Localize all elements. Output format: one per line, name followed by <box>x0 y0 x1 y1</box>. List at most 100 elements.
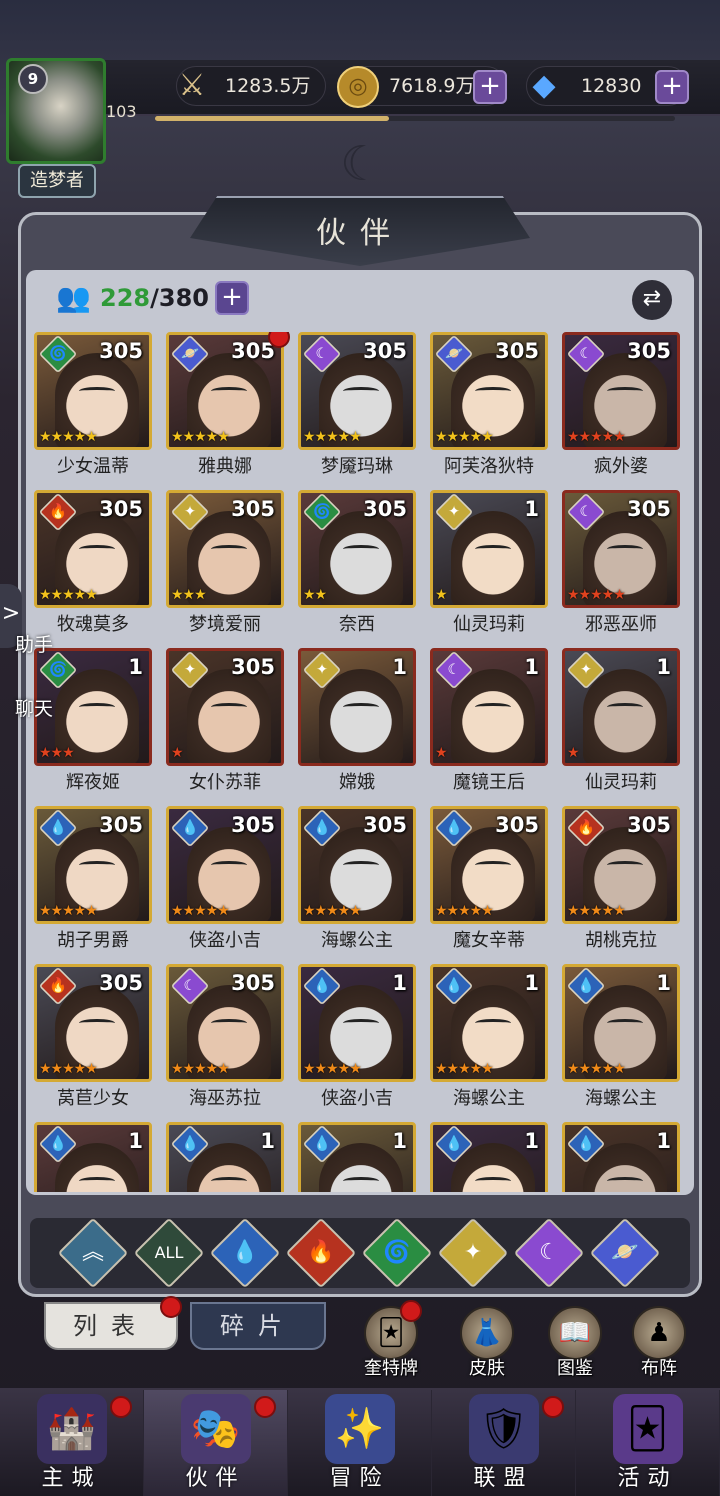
hero-notification-dot <box>268 332 290 348</box>
hero-card[interactable]: 305 ☾ ★★★★★ 邪恶巫师 <box>562 490 680 638</box>
hero-eyes <box>607 387 643 395</box>
hero-card[interactable]: 305 🪐 ★★★★★ 阿芙洛狄特 <box>430 332 548 480</box>
hero-level: 305 <box>231 971 275 995</box>
hero-card[interactable]: 1 💧 ★★★★★ 海螺公主 <box>562 964 680 1112</box>
hero-stars: ★★★★★ <box>39 587 98 603</box>
hero-card[interactable]: 305 💧 ★★★★★ 胡子男爵 <box>34 806 152 954</box>
hero-card[interactable]: 1 💧 ★★★★★ 侠盗小吉 <box>298 964 416 1112</box>
hero-level: 305 <box>495 339 539 363</box>
filter-light-label: ✦ <box>463 1240 483 1265</box>
hero-name: 魔镜王后 <box>453 772 525 793</box>
event-icon: 🃏 <box>612 1394 683 1464</box>
hero-level: 305 <box>231 497 275 521</box>
tab-list[interactable]: 列表 <box>44 1302 178 1350</box>
hero-name: 雅典娜 <box>198 456 252 477</box>
hero-card[interactable]: 305 ✦ ★ 女仆苏菲 <box>166 648 284 796</box>
hero-card[interactable]: 1 🌀 ★★★ 辉夜姬 <box>34 648 152 796</box>
hero-name: 阿芙洛狄特 <box>444 456 534 477</box>
hero-card[interactable]: 305 🌀 ★★★★★ 少女温蒂 <box>34 332 152 480</box>
hero-card[interactable]: 305 ☾ ★★★★★ 梦魇玛琳 <box>298 332 416 480</box>
hero-level: 305 <box>231 813 275 837</box>
hero-eyes <box>79 545 115 553</box>
hero-card[interactable]: 305 ☾ ★★★★★ 海巫苏拉 <box>166 964 284 1112</box>
hero-card[interactable]: 1 💧 <box>298 1122 416 1192</box>
side-button-2[interactable]: 📖 图鉴 <box>540 1306 610 1382</box>
hero-level: 1 <box>260 1129 275 1153</box>
sort-toggle-button[interactable]: ⇄ <box>632 280 672 320</box>
hero-card[interactable]: 305 🔥 ★★★★★ 胡桃克拉 <box>562 806 680 954</box>
hero-eyes <box>607 861 643 869</box>
hero-level: 1 <box>128 655 143 679</box>
hero-name: 辉夜姬 <box>66 772 120 793</box>
nav-item-1[interactable]: 🎭 伙伴 <box>144 1390 288 1496</box>
hero-portrait: 1 💧 ★★★★★ <box>562 964 680 1082</box>
book-icon: 📖 <box>548 1306 602 1360</box>
nav-notification-dot <box>542 1396 564 1418</box>
hero-name: 侠盗小吉 <box>189 930 261 951</box>
hero-name: 侠盗小吉 <box>321 1088 393 1109</box>
hero-portrait: 1 ✦ ★ <box>430 490 548 608</box>
hero-level: 305 <box>363 813 407 837</box>
hero-name: 海螺公主 <box>453 1088 525 1109</box>
side-button-0[interactable]: 🃏 奎特牌 <box>356 1300 426 1382</box>
side-button-1[interactable]: 👗 皮肤 <box>452 1306 522 1382</box>
hero-card[interactable]: 1 💧 <box>34 1122 152 1192</box>
hero-card[interactable]: 305 ✦ ★★★ 梦境爱丽 <box>166 490 284 638</box>
hero-card[interactable]: 305 🔥 ★★★★★ 牧魂莫多 <box>34 490 152 638</box>
helper-button[interactable]: 助手 <box>6 630 62 657</box>
nav-label: 冒险 <box>329 1466 390 1491</box>
gold-display: ◎ 7618.9万 + <box>337 66 507 108</box>
hero-eyes <box>343 861 379 869</box>
filter-nature-label: 🌀 <box>383 1240 411 1265</box>
hero-card[interactable]: 1 💧 ★★★★★ 海螺公主 <box>430 964 548 1112</box>
hero-card[interactable]: 305 💧 ★★★★★ 侠盗小吉 <box>166 806 284 954</box>
hero-eyes <box>211 1177 247 1185</box>
hero-eyes <box>211 1019 247 1027</box>
hero-card[interactable]: 1 💧 <box>166 1122 284 1192</box>
hero-card[interactable]: 305 💧 ★★★★★ 海螺公主 <box>298 806 416 954</box>
hero-stars: ★★★★★ <box>171 429 230 445</box>
hero-card[interactable]: 1 ✦ ★ 仙灵玛莉 <box>430 490 548 638</box>
hero-card[interactable]: 305 🔥 ★★★★★ 莴苣少女 <box>34 964 152 1112</box>
hero-card[interactable]: 1 ☾ ★ 魔镜王后 <box>430 648 548 796</box>
hero-portrait: 305 ✦ ★★★ <box>166 490 284 608</box>
tab-fragments[interactable]: 碎片 <box>190 1302 326 1350</box>
hero-card[interactable]: 1 💧 <box>562 1122 680 1192</box>
hero-stars: ★ <box>435 587 448 603</box>
hero-level: 1 <box>656 1129 671 1153</box>
hero-portrait: 305 🪐 ★★★★★ <box>430 332 548 450</box>
hero-eyes <box>475 1177 511 1185</box>
power-value: 1283.5万 <box>225 75 311 97</box>
chat-button[interactable]: 聊天 <box>6 694 62 721</box>
filter-void-label: 🪐 <box>611 1240 639 1265</box>
formation-icon: ♟ <box>632 1306 686 1360</box>
nav-item-4[interactable]: 🃏 活动 <box>576 1390 720 1496</box>
player-title[interactable]: 造梦者 <box>18 164 96 198</box>
hero-portrait: 1 💧 <box>166 1122 284 1192</box>
nav-item-0[interactable]: 🏰 主城 <box>0 1390 144 1496</box>
hero-stars: ★★★★★ <box>435 903 494 919</box>
hero-card[interactable]: 1 ✦ ★ 仙灵玛莉 <box>562 648 680 796</box>
hero-art <box>319 669 403 763</box>
hero-card[interactable]: 305 ☾ ★★★★★ 疯外婆 <box>562 332 680 480</box>
hero-level: 305 <box>99 497 143 521</box>
hero-eyes <box>343 387 379 395</box>
hero-eyes <box>211 861 247 869</box>
power-display: ⚔ 1283.5万 <box>176 66 326 106</box>
hero-card[interactable]: 1 💧 <box>430 1122 548 1192</box>
add-diamond-button[interactable]: + <box>655 70 689 104</box>
side-button-3[interactable]: ♟ 布阵 <box>624 1306 694 1382</box>
side-button-label: 图鉴 <box>557 1358 593 1379</box>
hero-name: 梦境爱丽 <box>189 614 261 635</box>
hero-level: 305 <box>363 497 407 521</box>
expand-capacity-button[interactable]: + <box>214 281 249 315</box>
hero-card[interactable]: 305 🪐 ★★★★★ 雅典娜 <box>166 332 290 480</box>
hero-card[interactable]: 305 🌀 ★★ 奈西 <box>298 490 416 638</box>
partners-icon: 👥 <box>56 281 91 314</box>
hero-card[interactable]: 1 ✦ 嫦娥 <box>298 648 416 796</box>
panel-title: 伙伴 <box>316 216 404 251</box>
hero-card[interactable]: 305 💧 ★★★★★ 魔女辛蒂 <box>430 806 548 954</box>
add-gold-button[interactable]: + <box>473 70 507 104</box>
nav-item-3[interactable]: 🛡 联盟 <box>432 1390 576 1496</box>
nav-item-2[interactable]: ✨ 冒险 <box>288 1390 432 1496</box>
